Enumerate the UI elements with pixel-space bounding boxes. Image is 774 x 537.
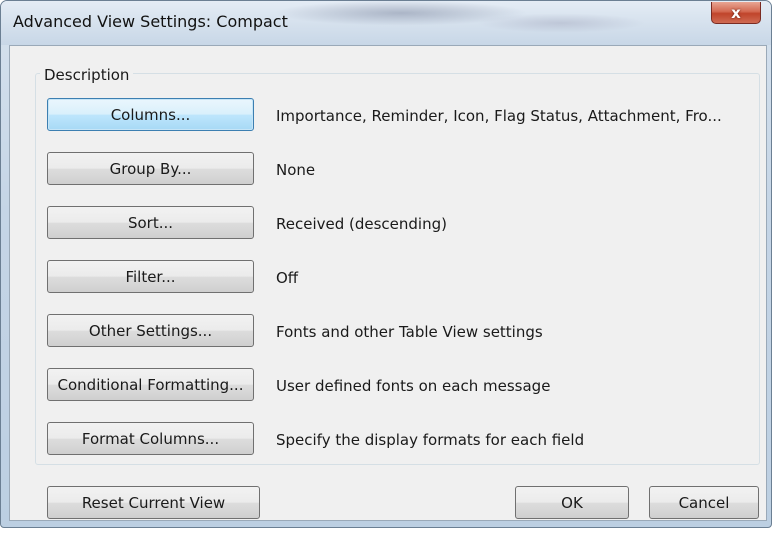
- filter-description: Off: [276, 269, 299, 287]
- conditional-formatting-description: User defined fonts on each message: [276, 377, 551, 395]
- close-button[interactable]: x: [711, 2, 761, 24]
- other-settings-description: Fonts and other Table View settings: [276, 323, 543, 341]
- columns-button[interactable]: Columns...: [47, 98, 254, 131]
- format-columns-description: Specify the display formats for each fie…: [276, 431, 585, 449]
- filter-button[interactable]: Filter...: [47, 260, 254, 293]
- group-by-description: None: [276, 161, 316, 179]
- other-settings-button[interactable]: Other Settings...: [47, 314, 254, 347]
- columns-description: Importance, Reminder, Icon, Flag Status,…: [276, 107, 722, 125]
- advanced-view-settings-dialog: Advanced View Settings: Compact x Descri…: [0, 0, 772, 528]
- dialog-title: Advanced View Settings: Compact: [13, 12, 288, 31]
- close-icon: x: [731, 3, 741, 22]
- group-by-button[interactable]: Group By...: [47, 152, 254, 185]
- title-bar: Advanced View Settings: Compact x: [1, 1, 771, 45]
- reset-current-view-button[interactable]: Reset Current View: [47, 486, 260, 519]
- description-group-label: Description: [40, 66, 134, 84]
- sort-button[interactable]: Sort...: [47, 206, 254, 239]
- format-columns-button[interactable]: Format Columns...: [47, 422, 254, 455]
- ok-button[interactable]: OK: [515, 486, 629, 519]
- cancel-button[interactable]: Cancel: [649, 486, 759, 519]
- conditional-formatting-button[interactable]: Conditional Formatting...: [47, 368, 254, 401]
- dialog-client-area: Description Columns... Importance, Remin…: [9, 45, 767, 521]
- sort-description: Received (descending): [276, 215, 447, 233]
